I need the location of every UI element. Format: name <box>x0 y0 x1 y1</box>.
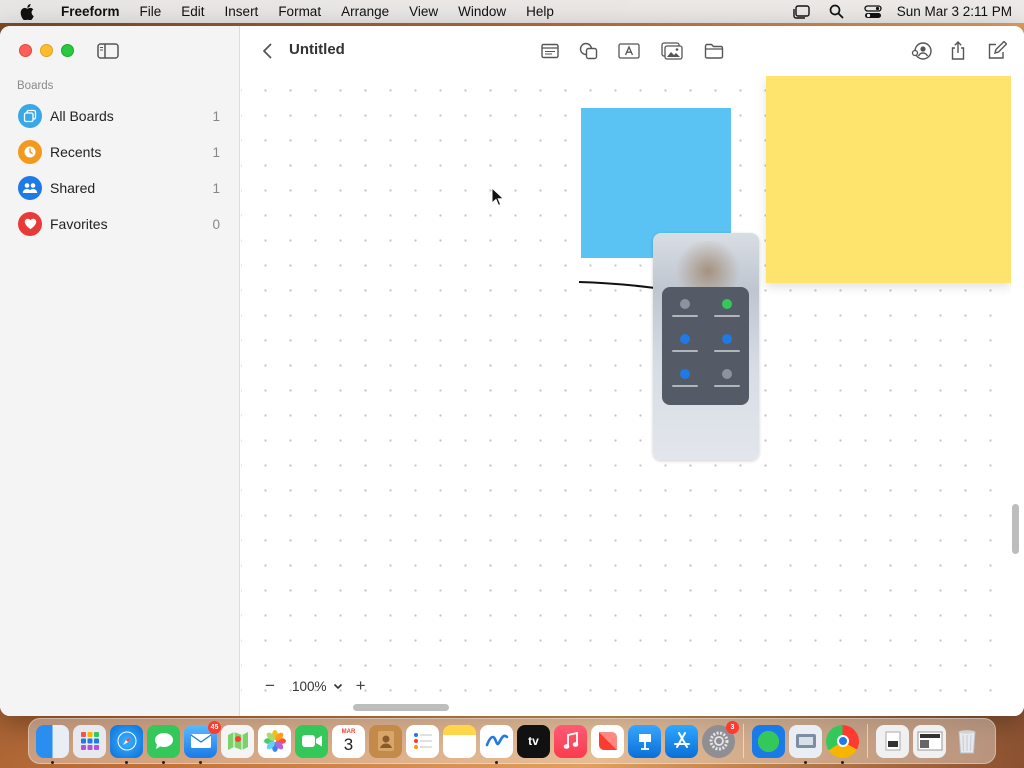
maps-icon[interactable] <box>221 724 254 758</box>
sidebar-toggle-icon[interactable] <box>96 42 120 60</box>
document-stack-icon[interactable] <box>876 724 909 758</box>
control-center-icon[interactable] <box>863 4 883 20</box>
sidebar-item-label: All Boards <box>50 108 114 124</box>
messages-icon[interactable] <box>147 724 180 764</box>
screenshot-image[interactable] <box>653 233 759 460</box>
photos-icon[interactable] <box>258 724 291 758</box>
globe-app-icon[interactable] <box>752 724 785 758</box>
keynote-icon[interactable] <box>628 724 661 758</box>
board-toolbar: Untitled <box>241 26 1024 76</box>
menu-window[interactable]: Window <box>448 0 516 23</box>
sidebar-item-count: 0 <box>212 216 220 232</box>
trash-icon[interactable] <box>950 725 983 758</box>
menu-edit[interactable]: Edit <box>171 0 214 23</box>
sidebar-item-all-boards[interactable]: All Boards 1 <box>8 98 232 134</box>
collaborate-icon[interactable] <box>909 39 935 63</box>
back-chevron-icon[interactable] <box>257 40 277 62</box>
dock: 45 MAR 3 tv 3 <box>28 718 996 764</box>
mail-icon[interactable]: 45 <box>184 720 221 764</box>
board-canvas[interactable] <box>241 76 1011 701</box>
menu-app-name[interactable]: Freeform <box>49 0 130 23</box>
chrome-icon[interactable] <box>826 724 859 764</box>
shapes-tool-icon[interactable] <box>576 39 602 63</box>
calendar-icon[interactable]: MAR 3 <box>332 724 365 758</box>
app-store-icon[interactable] <box>665 724 698 758</box>
new-board-compose-icon[interactable] <box>984 39 1010 63</box>
music-icon[interactable] <box>554 724 587 758</box>
apple-tv-label: tv <box>528 734 539 748</box>
freeform-window: Boards All Boards 1 Recents 1 Shared 1 F… <box>0 26 1024 716</box>
window-controls <box>19 44 74 57</box>
menu-view[interactable]: View <box>399 0 448 23</box>
zoom-control: − 100% + <box>258 673 373 699</box>
horizontal-scrollbar[interactable] <box>353 704 449 711</box>
screenshot-app-icon[interactable] <box>789 724 822 764</box>
menu-format[interactable]: Format <box>268 0 331 23</box>
apple-tv-icon[interactable]: tv <box>517 724 550 758</box>
contacts-icon[interactable] <box>369 724 402 758</box>
close-window-button[interactable] <box>19 44 32 57</box>
clock-icon <box>18 140 42 164</box>
board-title[interactable]: Untitled <box>289 41 345 58</box>
launchpad-icon[interactable] <box>73 724 106 758</box>
line-shape[interactable] <box>571 271 661 301</box>
vertical-scrollbar[interactable] <box>1012 504 1019 554</box>
sidebar: Boards All Boards 1 Recents 1 Shared 1 F… <box>0 26 240 716</box>
screenshot-stack-icon[interactable] <box>913 724 946 758</box>
sidebar-item-favorites[interactable]: Favorites 0 <box>8 206 232 242</box>
apple-menu-icon[interactable] <box>17 0 37 23</box>
all-boards-icon <box>18 104 42 128</box>
menu-help[interactable]: Help <box>516 0 564 23</box>
yellow-sticky-note[interactable] <box>766 76 1011 283</box>
board-main: Untitled − 100% + <box>241 26 1024 716</box>
menu-clock[interactable]: Sun Mar 3 2:11 PM <box>897 4 1012 19</box>
dock-separator <box>743 724 744 758</box>
heart-icon <box>18 212 42 236</box>
dock-separator <box>867 724 868 758</box>
media-tool-icon[interactable] <box>659 39 685 63</box>
safari-icon[interactable] <box>110 724 143 764</box>
stage-manager-icon[interactable] <box>791 4 811 20</box>
zoom-menu-chevron-icon[interactable] <box>331 683 345 690</box>
news-icon[interactable] <box>591 724 624 758</box>
sidebar-item-shared[interactable]: Shared 1 <box>8 170 232 206</box>
notes-icon[interactable] <box>443 724 476 758</box>
text-box-tool-icon[interactable] <box>616 39 642 63</box>
boards-section-label: Boards <box>17 80 54 92</box>
sidebar-item-count: 1 <box>212 144 220 160</box>
menu-insert[interactable]: Insert <box>215 0 269 23</box>
menu-bar: Freeform File Edit Insert Format Arrange… <box>0 0 1024 23</box>
menu-arrange[interactable]: Arrange <box>331 0 399 23</box>
sidebar-item-label: Shared <box>50 180 96 196</box>
zoom-out-button[interactable]: − <box>258 674 282 698</box>
share-icon[interactable] <box>945 39 971 63</box>
boards-list: All Boards 1 Recents 1 Shared 1 Favorite… <box>8 98 232 242</box>
sidebar-item-recents[interactable]: Recents 1 <box>8 134 232 170</box>
control-center-panel-image <box>662 287 749 405</box>
calendar-day: 3 <box>343 735 354 754</box>
spotlight-search-icon[interactable] <box>827 4 847 20</box>
mail-badge: 45 <box>208 720 221 734</box>
finder-icon[interactable] <box>36 724 69 764</box>
zoom-in-button[interactable]: + <box>349 674 373 698</box>
zoom-window-button[interactable] <box>61 44 74 57</box>
sidebar-item-count: 1 <box>212 180 220 196</box>
people-icon <box>18 176 42 200</box>
folder-tool-icon[interactable] <box>701 39 727 63</box>
sidebar-item-label: Favorites <box>50 216 108 232</box>
minimize-window-button[interactable] <box>40 44 53 57</box>
settings-badge: 3 <box>726 720 739 734</box>
mouse-pointer-icon <box>491 187 505 207</box>
sidebar-item-label: Recents <box>50 144 102 160</box>
menu-file[interactable]: File <box>130 0 172 23</box>
zoom-level[interactable]: 100% <box>282 679 331 694</box>
system-settings-icon[interactable]: 3 <box>702 720 739 758</box>
reminders-icon[interactable] <box>406 724 439 758</box>
sticky-note-tool-icon[interactable] <box>537 39 563 63</box>
sidebar-item-count: 1 <box>212 108 220 124</box>
freeform-icon[interactable] <box>480 724 513 764</box>
facetime-icon[interactable] <box>295 724 328 758</box>
